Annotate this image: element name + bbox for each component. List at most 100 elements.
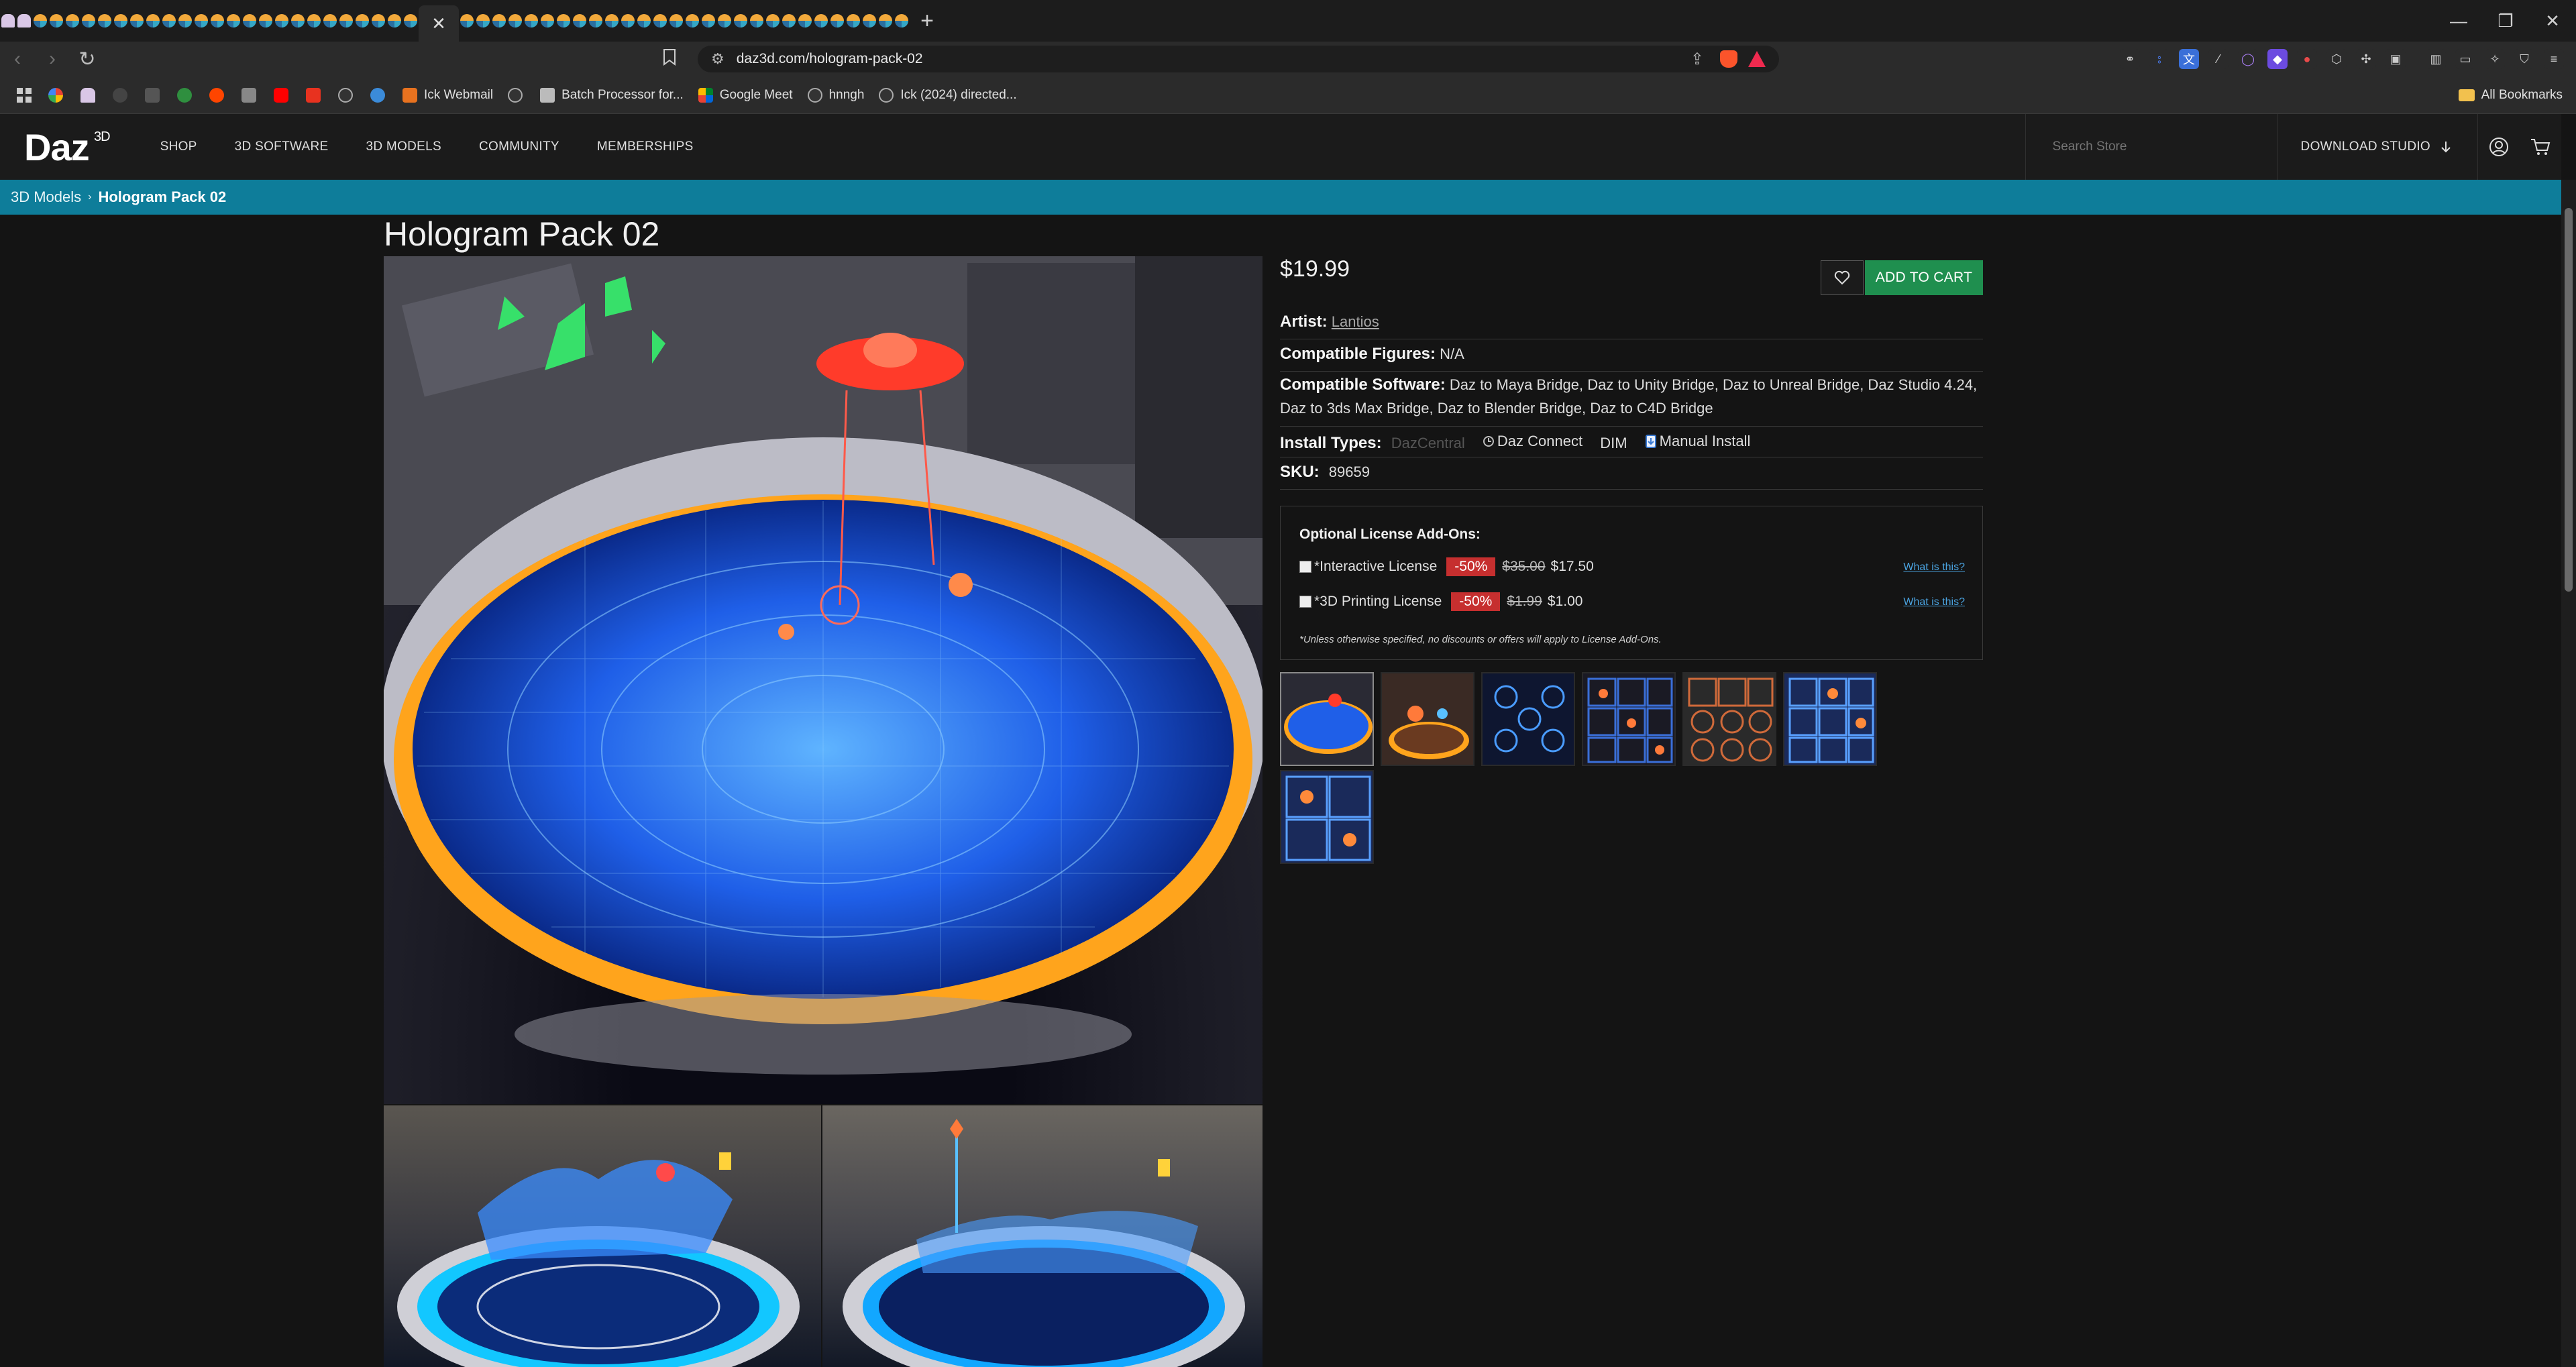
translate-icon[interactable]: 文	[2179, 49, 2199, 69]
nav-3d-models[interactable]: 3D MODELS	[366, 140, 441, 154]
browser-tab[interactable]	[765, 7, 781, 34]
browser-tab[interactable]	[475, 7, 491, 34]
browser-tab[interactable]	[16, 7, 32, 34]
browser-tab[interactable]	[145, 7, 161, 34]
gallery-thumbnail[interactable]	[1280, 770, 1374, 864]
browser-tab[interactable]	[781, 7, 797, 34]
browser-tab[interactable]	[64, 7, 80, 34]
nav-community[interactable]: COMMUNITY	[479, 140, 559, 154]
browser-tab[interactable]	[507, 7, 523, 34]
leo-ai-icon[interactable]: ✧	[2485, 49, 2505, 69]
browser-tab[interactable]	[32, 7, 48, 34]
browser-tab[interactable]	[668, 7, 684, 34]
extension-icon[interactable]: ◯	[2238, 49, 2258, 69]
ghost-bookmark-icon[interactable]	[80, 87, 95, 103]
youtube-icon[interactable]	[274, 87, 288, 103]
minimize-button[interactable]: —	[2435, 0, 2482, 42]
site-settings-icon[interactable]: ⚙	[711, 50, 724, 68]
browser-tab[interactable]	[636, 7, 652, 34]
browser-tab[interactable]	[80, 7, 97, 34]
browser-tab[interactable]	[572, 7, 588, 34]
scrollbar-thumb[interactable]	[2565, 208, 2573, 592]
extension-icon[interactable]: ⁄	[2208, 49, 2229, 69]
browser-tab[interactable]	[555, 7, 572, 34]
address-bar[interactable]: ⚙ daz3d.com/hologram-pack-02 ⇪	[698, 46, 1779, 72]
browser-tab[interactable]	[209, 7, 225, 34]
globe-icon[interactable]	[508, 87, 523, 103]
browser-tab[interactable]	[386, 7, 402, 34]
browser-tab[interactable]	[225, 7, 241, 34]
browser-tab[interactable]	[733, 7, 749, 34]
sidebar-icon[interactable]: ▥	[2426, 49, 2446, 69]
3d-printing-license-checkbox[interactable]	[1299, 596, 1311, 608]
extension-icon[interactable]: ⦂	[2149, 49, 2169, 69]
what-is-this-link[interactable]: What is this?	[1903, 596, 1965, 608]
artist-link[interactable]: Lantios	[1332, 313, 1379, 330]
browser-tab[interactable]	[97, 7, 113, 34]
browser-tab[interactable]	[258, 7, 274, 34]
gallery-thumbnail[interactable]	[1280, 672, 1374, 766]
extension-icon[interactable]: ●	[2297, 49, 2317, 69]
wallet-icon[interactable]: ▭	[2455, 49, 2475, 69]
bookmark-ick-webmail[interactable]: Ick Webmail	[402, 87, 493, 103]
download-studio-button[interactable]: DOWNLOAD STUDIO	[2277, 114, 2478, 180]
cart-icon[interactable]	[2520, 114, 2561, 180]
account-icon[interactable]	[2478, 114, 2520, 180]
browser-tab[interactable]	[652, 7, 668, 34]
brave-rewards-icon[interactable]	[1748, 51, 1766, 67]
browser-tab[interactable]	[113, 7, 129, 34]
back-button[interactable]: ‹	[0, 42, 35, 76]
nav-memberships[interactable]: MEMBERSHIPS	[597, 140, 694, 154]
vpn-icon[interactable]: ⛉	[2514, 49, 2534, 69]
browser-tab[interactable]	[370, 7, 386, 34]
browser-tab[interactable]	[402, 7, 419, 34]
bookmark-icon[interactable]	[370, 87, 385, 103]
search-input[interactable]	[2052, 133, 2254, 160]
browser-tab[interactable]	[894, 7, 910, 34]
menu-icon[interactable]: ≡	[2544, 49, 2564, 69]
bookmark-icon[interactable]	[241, 87, 256, 103]
forward-button[interactable]: ›	[35, 42, 70, 76]
reload-button[interactable]: ↻	[70, 42, 105, 76]
extension-icon[interactable]: ▣	[2385, 49, 2406, 69]
pocket-icon[interactable]	[306, 87, 321, 103]
nav-shop[interactable]: SHOP	[160, 140, 197, 154]
product-image-secondary-2[interactable]	[822, 1105, 1263, 1367]
browser-tab[interactable]	[749, 7, 765, 34]
browser-tab[interactable]	[588, 7, 604, 34]
nav-3d-software[interactable]: 3D SOFTWARE	[235, 140, 329, 154]
add-to-cart-button[interactable]: ADD TO CART	[1865, 260, 1983, 295]
gallery-thumbnail[interactable]	[1582, 672, 1676, 766]
product-image-secondary-1[interactable]	[384, 1105, 821, 1367]
extensions-puzzle-icon[interactable]: ✣	[2356, 49, 2376, 69]
extension-icon[interactable]: ⚭	[2120, 49, 2140, 69]
bookmark-google-meet[interactable]: Google Meet	[698, 87, 793, 103]
browser-tab[interactable]	[177, 7, 193, 34]
browser-tab[interactable]	[797, 7, 813, 34]
bookmark-icon[interactable]	[338, 87, 353, 103]
brave-shields-icon[interactable]	[1720, 50, 1737, 68]
share-icon[interactable]: ⇪	[1690, 50, 1704, 69]
browser-tab[interactable]	[877, 7, 894, 34]
browser-tab[interactable]	[813, 7, 829, 34]
browser-tab[interactable]	[129, 7, 145, 34]
browser-tab[interactable]	[684, 7, 700, 34]
browser-tab[interactable]	[861, 7, 877, 34]
browser-tab[interactable]	[620, 7, 636, 34]
gallery-thumbnail[interactable]	[1682, 672, 1776, 766]
browser-tab[interactable]	[241, 7, 258, 34]
gallery-thumbnail[interactable]	[1481, 672, 1575, 766]
browser-tab[interactable]	[274, 7, 290, 34]
browser-tab[interactable]	[354, 7, 370, 34]
gallery-thumbnail[interactable]	[1783, 672, 1877, 766]
browser-tab[interactable]	[338, 7, 354, 34]
browser-tab[interactable]	[716, 7, 733, 34]
reddit-icon[interactable]	[209, 87, 224, 103]
browser-tab[interactable]	[48, 7, 64, 34]
browser-tab[interactable]	[193, 7, 209, 34]
browser-tab[interactable]	[0, 7, 16, 34]
bookmark-icon[interactable]	[113, 87, 127, 103]
game-bookmark-icon[interactable]	[177, 87, 192, 103]
page-scrollbar[interactable]	[2561, 180, 2576, 1367]
browser-tab[interactable]	[604, 7, 620, 34]
